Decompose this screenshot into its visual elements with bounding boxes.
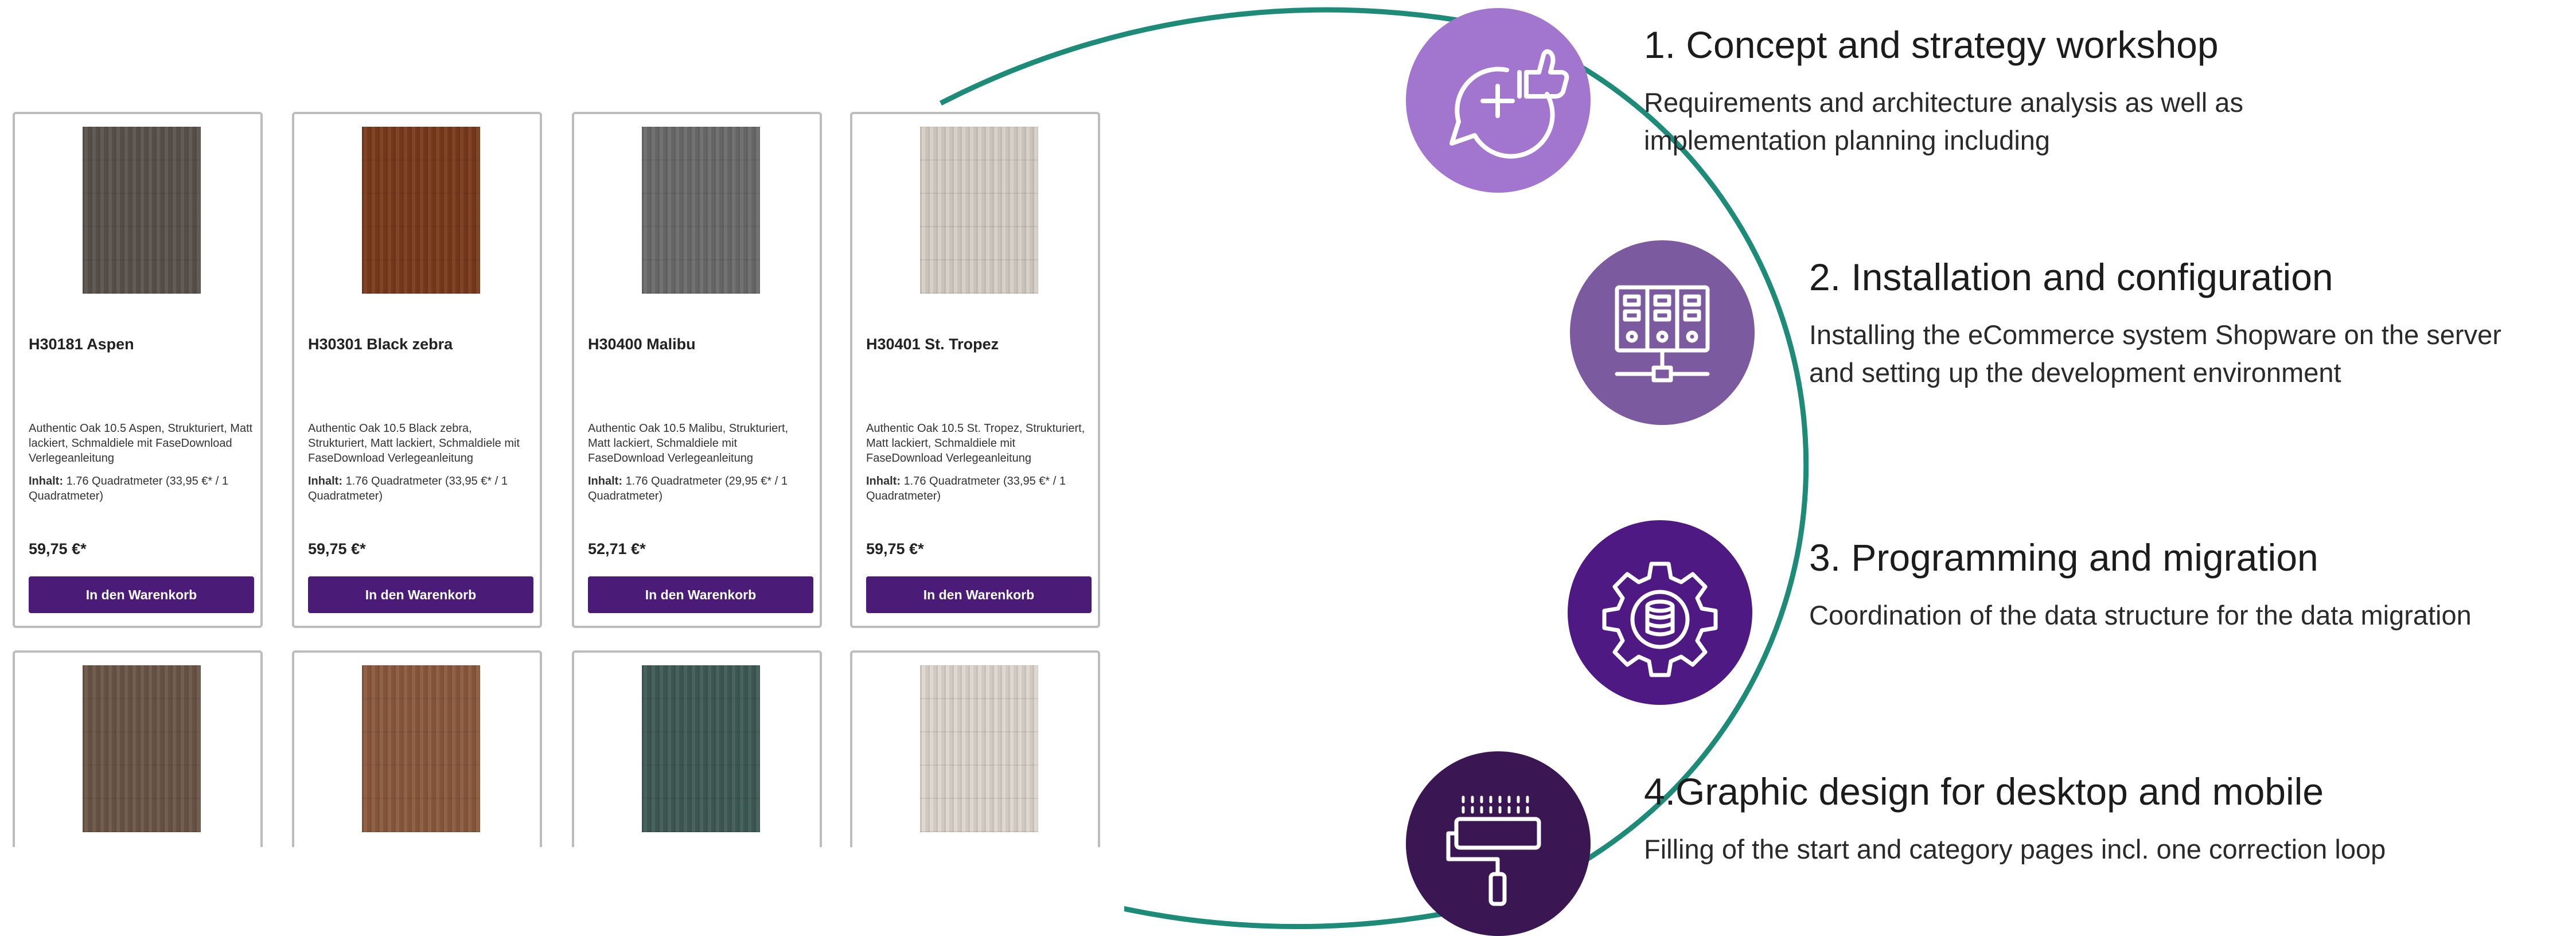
content-label: Inhalt: <box>29 475 63 487</box>
product-description: Authentic Oak 10.5 Black zebra, Struktur… <box>308 422 520 465</box>
product-name[interactable]: H30181 Aspen <box>29 336 134 353</box>
step-2-description-line-2: and setting up the development environme… <box>1809 357 2341 388</box>
step-1-title: 1. Concept and strategy workshop <box>1644 24 2219 66</box>
step-1-description-line-1: Requirements and architecture analysis a… <box>1644 87 2243 118</box>
product-name[interactable]: H30400 Malibu <box>588 336 696 353</box>
content-label: Inhalt: <box>588 475 622 487</box>
step-2-title: 2. Installation and configuration <box>1809 256 2333 298</box>
product-content: Inhalt: 1.76 Quadratmeter (33,95 €* / 1 … <box>866 474 1091 504</box>
step-1-description-line-2: implementation planning including <box>1644 125 2051 155</box>
product-image <box>920 127 1038 294</box>
product-image <box>83 665 201 832</box>
product-content: Inhalt: 1.76 Quadratmeter (33,95 €* / 1 … <box>29 474 254 504</box>
product-content: Inhalt: 1.76 Quadratmeter (33,95 €* / 1 … <box>308 474 533 504</box>
product-image <box>642 127 760 294</box>
process-diagram: H30181 Aspen Authentic Oak 10.5 Aspen, S… <box>0 0 2576 936</box>
product-price: 59,75 €* <box>866 540 924 557</box>
add-to-cart-button[interactable]: In den Warenkorb <box>588 576 813 613</box>
product-description: Authentic Oak 10.5 St. Tropez, Strukturi… <box>866 422 1085 465</box>
step-1-circle <box>1406 8 1591 193</box>
product-name[interactable]: H30401 St. Tropez <box>866 336 999 353</box>
step-2-circle <box>1570 240 1755 425</box>
product-content: Inhalt: 1.76 Quadratmeter (29,95 €* / 1 … <box>588 474 813 504</box>
step-4-description-line-1: Filling of the start and category pages … <box>1644 834 2386 864</box>
product-price: 52,71 €* <box>588 540 646 557</box>
step-3-circle <box>1568 520 1752 705</box>
product-card[interactable]: H30301 Black zebra Authentic Oak 10.5 Bl… <box>292 112 542 628</box>
step-4-circle <box>1406 751 1591 936</box>
product-price: 59,75 €* <box>308 540 366 557</box>
product-image <box>362 665 480 832</box>
step-3-title: 3. Programming and migration <box>1809 536 2318 579</box>
product-image <box>920 665 1038 832</box>
add-to-cart-button[interactable]: In den Warenkorb <box>29 576 254 613</box>
product-description: Authentic Oak 10.5 Aspen, Strukturiert, … <box>29 422 253 465</box>
server-network-icon <box>1615 285 1710 383</box>
chat-plus-thumbs-up-icon <box>1449 49 1569 159</box>
content-label: Inhalt: <box>308 475 342 487</box>
product-name[interactable]: H30301 Black zebra <box>308 336 453 353</box>
product-image <box>83 127 201 294</box>
gear-database-icon <box>1602 561 1718 677</box>
product-card[interactable]: H30401 St. Tropez Authentic Oak 10.5 St.… <box>850 112 1100 628</box>
product-card[interactable]: H30400 Malibu Authentic Oak 10.5 Malibu,… <box>572 112 822 628</box>
paint-roller-icon <box>1446 795 1541 906</box>
grid-fade-mask <box>0 847 1124 930</box>
product-description: Authentic Oak 10.5 Malibu, Strukturiert,… <box>588 422 789 465</box>
product-price: 59,75 €* <box>29 540 87 557</box>
add-to-cart-button[interactable]: In den Warenkorb <box>866 576 1092 613</box>
product-image <box>362 127 480 294</box>
product-card[interactable]: H30181 Aspen Authentic Oak 10.5 Aspen, S… <box>13 112 263 628</box>
step-2-description-line-1: Installing the eCommerce system Shopware… <box>1809 319 2501 350</box>
content-label: Inhalt: <box>866 475 901 487</box>
step-4-title: 4.Graphic design for desktop and mobile <box>1644 770 2324 813</box>
step-3-description-line-1: Coordination of the data structure for t… <box>1809 600 2472 630</box>
add-to-cart-button[interactable]: In den Warenkorb <box>308 576 533 613</box>
product-image <box>642 665 760 832</box>
